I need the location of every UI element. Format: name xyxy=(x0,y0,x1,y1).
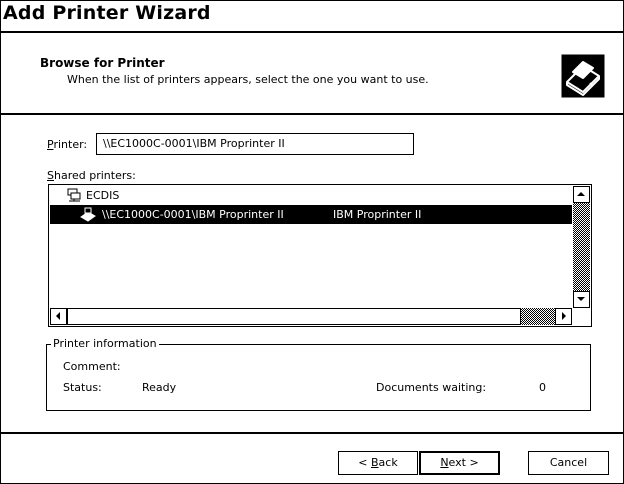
horizontal-scrollbar[interactable] xyxy=(50,308,590,325)
page-subtitle: When the list of printers appears, selec… xyxy=(67,73,429,86)
scroll-up-button[interactable] xyxy=(573,186,590,203)
network-domain-icon xyxy=(67,188,81,202)
printer-label: Printer: xyxy=(47,138,88,151)
list-item[interactable]: ECDIS xyxy=(50,186,570,205)
next-button[interactable]: Next > xyxy=(419,451,500,475)
vertical-scrollbar[interactable] xyxy=(573,186,590,308)
comment-label: Comment: xyxy=(63,360,121,373)
status-value: Ready xyxy=(142,381,177,394)
scroll-left-button[interactable] xyxy=(50,308,67,325)
window-title: Add Printer Wizard xyxy=(3,2,211,24)
scroll-right-button[interactable] xyxy=(555,308,572,325)
list-item-selected[interactable]: \\EC1000C-0001\IBM Proprinter II IBM Pro… xyxy=(50,205,572,224)
footer-separator xyxy=(1,432,623,434)
scrollbar-track[interactable] xyxy=(573,203,590,291)
arrow-left-icon xyxy=(56,312,60,320)
cancel-button[interactable]: Cancel xyxy=(528,451,609,475)
list-item-name: ECDIS xyxy=(86,189,120,202)
documents-waiting-label: Documents waiting: xyxy=(376,381,487,394)
printer-input[interactable]: \\EC1000C-0001\IBM Proprinter II xyxy=(96,133,414,155)
shared-printers-list[interactable]: ECDIS \\EC1000C-0001\IBM Proprinter II I… xyxy=(48,184,592,327)
status-label: Status: xyxy=(63,381,102,394)
header-separator xyxy=(1,113,623,115)
title-separator xyxy=(1,31,623,33)
page-title: Browse for Printer xyxy=(40,56,165,70)
list-item-name: \\EC1000C-0001\IBM Proprinter II xyxy=(102,208,284,221)
documents-waiting-value: 0 xyxy=(539,381,546,394)
scrollbar-thumb[interactable] xyxy=(67,308,521,325)
arrow-up-icon xyxy=(577,192,585,196)
printer-icon xyxy=(80,207,96,222)
arrow-right-icon xyxy=(562,312,566,320)
shared-printers-label: Shared printers: xyxy=(47,169,136,182)
list-item-description: IBM Proprinter II xyxy=(333,208,422,221)
printer-info-legend: Printer information xyxy=(51,337,159,350)
scroll-down-button[interactable] xyxy=(573,291,590,308)
arrow-down-icon xyxy=(577,297,585,301)
scrollbar-track[interactable] xyxy=(521,308,555,325)
back-button[interactable]: < Back xyxy=(338,451,418,475)
printer-info-group xyxy=(46,344,591,411)
printer-icon xyxy=(561,54,605,98)
